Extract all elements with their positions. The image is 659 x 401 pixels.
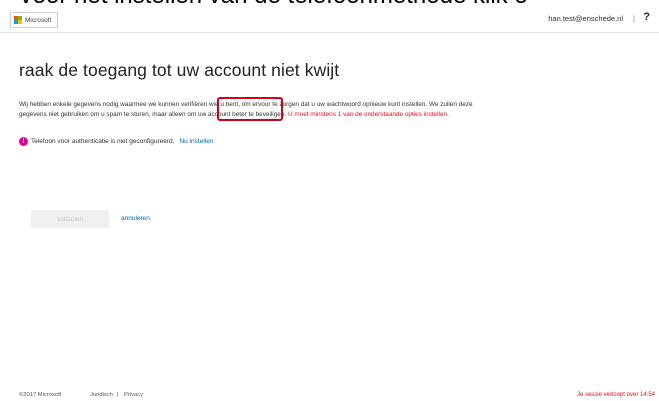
- logo-text: Microsoft: [25, 16, 52, 24]
- header-divider: |: [633, 14, 635, 23]
- phone-warning-row: ! Telefoon voor authenticatie is niet ge…: [19, 137, 213, 146]
- description-warning: U moet minstens 1 van de onderstaande op…: [287, 111, 449, 118]
- header-bar: Microsoft han.test@enschede.nl | ?: [0, 10, 659, 33]
- microsoft-logo: Microsoft: [10, 12, 59, 28]
- setup-now-link[interactable]: Nu instellen: [179, 138, 213, 145]
- top-caption: Voor het instellen van de telefoonmethod…: [0, 0, 659, 10]
- user-email[interactable]: han.test@enschede.nl: [548, 14, 623, 23]
- warning-text: Telefoon voor authenticatie is niet geco…: [31, 138, 175, 145]
- footer-copyright: ©2017 Microsoft: [19, 392, 62, 398]
- page-title: raak de toegang tot uw account niet kwij…: [19, 60, 340, 80]
- help-icon[interactable]: ?: [643, 11, 650, 23]
- session-timer: Je sessie verloopt over 14:54: [576, 392, 655, 398]
- cancel-link[interactable]: annuleren: [121, 215, 150, 222]
- annotation-highlight-box: [217, 97, 283, 121]
- footer-separator: |: [117, 392, 119, 398]
- microsoft-logo-icon: [14, 16, 22, 24]
- finish-button[interactable]: voltooien: [31, 210, 109, 228]
- page: Voor het instellen van de telefoonmethod…: [0, 0, 659, 401]
- footer-legal-link[interactable]: Juridisch: [90, 392, 113, 398]
- description: Wij hebben enkele gegevens nodig waarmee…: [19, 100, 639, 120]
- footer-privacy-link[interactable]: Privacy: [124, 392, 143, 398]
- warning-icon: !: [19, 137, 28, 146]
